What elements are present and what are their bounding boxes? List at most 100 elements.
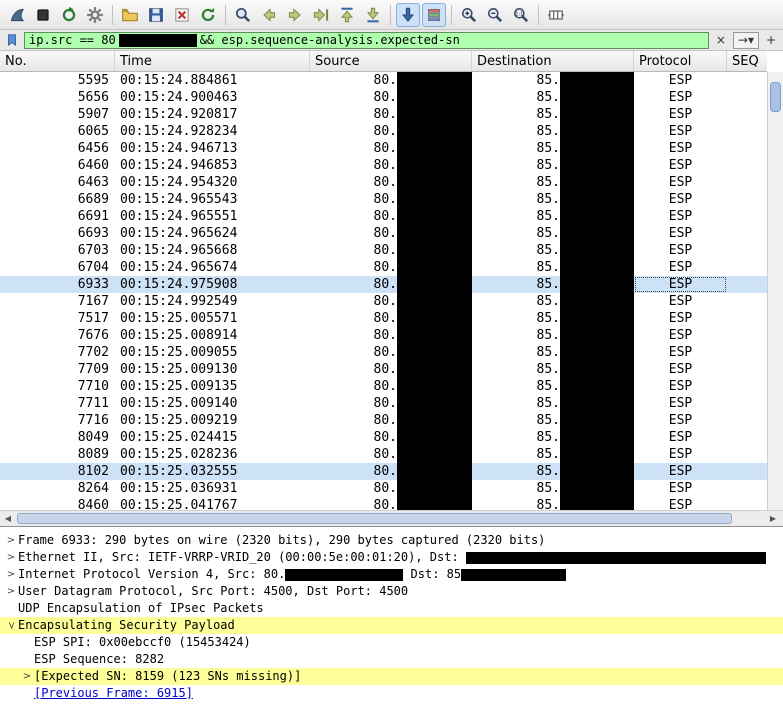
capture-restart-icon[interactable] (57, 3, 81, 27)
save-capture-icon[interactable] (144, 3, 168, 27)
scroll-right-arrow-icon[interactable]: ▶ (765, 511, 781, 526)
packet-source: 80. (310, 378, 472, 395)
packet-row[interactable]: 7676 00:15:25.008914 80. 85. ESP (0, 327, 767, 344)
detail-text: Frame 6933: 290 bytes on wire (2320 bits… (18, 533, 546, 547)
expander-icon[interactable]: > (4, 532, 18, 549)
detail-line[interactable]: [Previous Frame: 6915] (0, 685, 783, 702)
packet-row[interactable]: 7702 00:15:25.009055 80. 85. ESP (0, 344, 767, 361)
filter-bookmark-icon[interactable] (3, 32, 21, 49)
capture-interfaces-icon[interactable] (5, 3, 29, 27)
packet-no: 7716 (77, 413, 109, 428)
packet-time: 00:15:25.009130 (120, 362, 238, 377)
apply-filter-button[interactable]: → ▾ (732, 31, 759, 49)
packet-time: 00:15:25.028236 (120, 447, 238, 462)
column-header-time[interactable]: Time (115, 51, 310, 71)
detail-line[interactable]: > Internet Protocol Version 4, Src: 80. D… (0, 566, 783, 583)
capture-options-icon[interactable] (83, 3, 107, 27)
packet-time: 00:15:24.920817 (120, 107, 238, 122)
main-toolbar: 1:1 (0, 0, 783, 30)
redaction-box (397, 327, 472, 344)
find-packet-icon[interactable] (231, 3, 255, 27)
detail-line[interactable]: > [Expected SN: 8159 (123 SNs missing)] (0, 668, 783, 685)
resize-columns-icon[interactable] (544, 3, 568, 27)
packet-protocol: ESP (668, 464, 693, 479)
expander-icon[interactable]: > (4, 549, 18, 566)
packet-row[interactable]: 8460 00:15:25.041767 80. 85. ESP (0, 497, 767, 510)
redaction-box (397, 140, 472, 157)
close-capture-icon[interactable] (170, 3, 194, 27)
packet-row[interactable]: 8264 00:15:25.036931 80. 85. ESP (0, 480, 767, 497)
packet-row[interactable]: 6693 00:15:24.965624 80. 85. ESP (0, 225, 767, 242)
packet-row[interactable]: 6691 00:15:24.965551 80. 85. ESP (0, 208, 767, 225)
go-back-icon[interactable] (257, 3, 281, 27)
packet-row[interactable]: 6703 00:15:24.965668 80. 85. ESP (0, 242, 767, 259)
packet-protocol: ESP (668, 124, 693, 139)
packet-row[interactable]: 8089 00:15:25.028236 80. 85. ESP (0, 446, 767, 463)
packet-row[interactable]: 5656 00:15:24.900463 80. 85. ESP (0, 89, 767, 106)
expander-icon[interactable]: > (4, 566, 18, 583)
reload-capture-icon[interactable] (196, 3, 220, 27)
packet-row[interactable]: 7716 00:15:25.009219 80. 85. ESP (0, 412, 767, 429)
packet-row[interactable]: 7711 00:15:25.009140 80. 85. ESP (0, 395, 767, 412)
column-header-source[interactable]: Source (310, 51, 472, 71)
detail-line[interactable]: UDP Encapsulation of IPsec Packets (0, 600, 783, 617)
packet-row[interactable]: 8049 00:15:25.024415 80. 85. ESP (0, 429, 767, 446)
packet-row[interactable]: 6933 00:15:24.975908 80. 85. ESP (0, 276, 767, 293)
packet-source: 80. (310, 429, 472, 446)
column-header-seq[interactable]: SEQ (727, 51, 767, 71)
clear-filter-button[interactable]: × (712, 32, 730, 49)
column-header-protocol[interactable]: Protocol (634, 51, 727, 71)
goto-first-icon[interactable] (335, 3, 359, 27)
autoscroll-icon[interactable] (396, 2, 420, 27)
scroll-left-arrow-icon[interactable]: ◀ (0, 511, 16, 526)
packet-row[interactable]: 6456 00:15:24.946713 80. 85. ESP (0, 140, 767, 157)
go-forward-icon[interactable] (283, 3, 307, 27)
expander-icon[interactable]: > (4, 583, 18, 600)
detail-line[interactable]: > Encapsulating Security Payload (0, 617, 783, 634)
open-capture-icon[interactable] (118, 3, 142, 27)
expander-icon[interactable]: > (3, 619, 20, 633)
colorize-icon[interactable] (422, 2, 446, 27)
packet-row[interactable]: 7167 00:15:24.992549 80. 85. ESP (0, 293, 767, 310)
packet-protocol: ESP (668, 362, 693, 377)
capture-stop-icon[interactable] (31, 3, 55, 27)
packet-row[interactable]: 6065 00:15:24.928234 80. 85. ESP (0, 123, 767, 140)
vertical-scrollbar-thumb[interactable] (770, 82, 781, 112)
packet-row[interactable]: 5595 00:15:24.884861 80. 85. ESP (0, 72, 767, 89)
detail-line[interactable]: > Frame 6933: 290 bytes on wire (2320 bit… (0, 532, 783, 549)
packet-row[interactable]: 7709 00:15:25.009130 80. 85. ESP (0, 361, 767, 378)
zoom-original-icon[interactable]: 1:1 (509, 3, 533, 27)
goto-packet-icon[interactable] (309, 3, 333, 27)
add-filter-button[interactable]: + (762, 32, 780, 49)
packet-protocol: ESP (668, 107, 693, 122)
expander-icon[interactable]: > (20, 668, 34, 685)
packet-row[interactable]: 7517 00:15:25.005571 80. 85. ESP (0, 310, 767, 327)
packet-seq (727, 157, 767, 174)
column-header-destination[interactable]: Destination (472, 51, 634, 71)
packet-row[interactable]: 7710 00:15:25.009135 80. 85. ESP (0, 378, 767, 395)
packet-row[interactable]: 6689 00:15:24.965543 80. 85. ESP (0, 191, 767, 208)
detail-text: Internet Protocol Version 4, Src: 80. (18, 567, 286, 581)
horizontal-scrollbar-thumb[interactable] (17, 513, 732, 524)
packet-time: 00:15:24.965551 (120, 209, 238, 224)
zoom-out-icon[interactable] (483, 3, 507, 27)
detail-line[interactable]: ESP SPI: 0x00ebccf0 (15453424) (0, 634, 783, 651)
packet-protocol: ESP (668, 413, 693, 428)
packet-row[interactable]: 6460 00:15:24.946853 80. 85. ESP (0, 157, 767, 174)
redaction-box (560, 174, 634, 191)
packet-row[interactable]: 6463 00:15:24.954320 80. 85. ESP (0, 174, 767, 191)
detail-line[interactable]: > User Datagram Protocol, Src Port: 4500,… (0, 583, 783, 600)
packet-row[interactable]: 8102 00:15:25.032555 80. 85. ESP (0, 463, 767, 480)
horizontal-scrollbar[interactable]: ◀ ▶ (0, 510, 783, 526)
packet-row[interactable]: 5907 00:15:24.920817 80. 85. ESP (0, 106, 767, 123)
vertical-scrollbar[interactable] (767, 72, 783, 510)
previous-frame-link[interactable]: [Previous Frame: 6915] (34, 685, 193, 702)
display-filter-input[interactable]: ip.src == 80 && esp.sequence-analysis.exp… (24, 31, 709, 49)
column-header-no[interactable]: No. (0, 51, 115, 71)
packet-no: 7711 (77, 396, 109, 411)
zoom-in-icon[interactable] (457, 3, 481, 27)
detail-line[interactable]: ESP Sequence: 8282 (0, 651, 783, 668)
detail-line[interactable]: > Ethernet II, Src: IETF-VRRP-VRID_20 (00… (0, 549, 783, 566)
goto-last-icon[interactable] (361, 3, 385, 27)
packet-row[interactable]: 6704 00:15:24.965674 80. 85. ESP (0, 259, 767, 276)
